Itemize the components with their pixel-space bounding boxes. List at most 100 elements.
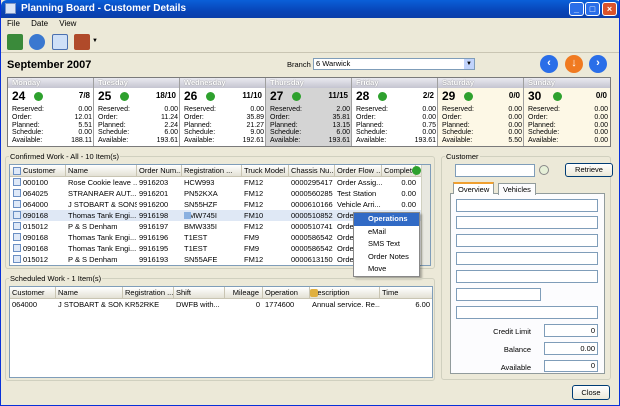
table-cell: 0000510741 [291,222,333,231]
tools-icon[interactable] [74,34,90,50]
column-header[interactable]: Customer [10,287,56,299]
day-number: 30 [528,89,542,103]
month-title: September 2007 [7,59,92,71]
column-header[interactable]: Name [56,287,123,299]
column-header[interactable]: Order Flow ... [335,165,382,177]
day-cell[interactable]: Sunday 30 0/0 Reserved: 0.00 Order: 0.00 Planne… [524,78,610,146]
day-summary: Reserved: 0.00 Order: 12.01 Planned: 5.51 Sche… [12,106,92,145]
menu-file[interactable]: File [7,18,20,30]
summary-row: Planned: 21.27 [184,122,264,130]
dropdown-arrow-icon[interactable]: ▼ [92,38,98,44]
column-header[interactable]: Truck Model [242,165,289,177]
summary-row: Reserved: 0.00 [184,106,264,114]
chevron-down-icon[interactable]: ▼ [464,59,474,69]
table-cell: FM9 [244,244,259,253]
customer-search-input[interactable] [455,164,535,177]
table-cell: 0000837929 [289,265,335,266]
table-row[interactable]: 064000 J STOBART & SONS 9916200 SN55HZF FM12… [10,199,430,210]
context-menu-item[interactable]: eMail [354,226,419,239]
table-cell: 9916195 [139,244,169,253]
table-cell: KR52RKE [125,300,160,309]
table-cell: Thomas Tank Engi... [68,244,137,253]
app-icon [5,3,16,14]
table-cell: 0.00 [401,200,416,209]
day-name: Saturday [438,78,523,88]
column-header[interactable]: Time [380,287,432,299]
table-cell: P & S Denham [68,222,118,231]
tab-vehicles[interactable]: Vehicles [498,183,536,195]
summary-row: Planned: 0.00 [528,122,608,130]
grid-header: Customer Name Order Num... Registration ...… [10,165,430,177]
summary-label: Order: [12,113,32,121]
day-name: Thursday [266,78,351,88]
check-icon [34,92,43,101]
day-ratio: 0/0 [595,91,607,100]
next-week-button[interactable]: › [589,55,607,73]
table-row[interactable]: 064025 STRANRAER AUT... 9916201 PN52KXA FM12… [10,188,430,199]
column-header[interactable]: Shift [174,287,225,299]
column-header[interactable]: Name [66,165,137,177]
column-header[interactable]: Description [310,287,380,299]
context-menu-item[interactable]: SMS Text [354,238,419,251]
table-row[interactable]: 064000 J STOBART & SONS KR52RKE DWFB with..… [10,299,432,310]
column-header[interactable]: Chassis Nu... [289,165,335,177]
today-button[interactable]: ↓ [565,55,583,73]
minimize-button[interactable]: _ [569,2,584,16]
summary-label: Planned: [442,121,470,129]
column-header[interactable]: Mileage [225,287,263,299]
day-cell[interactable]: Monday 24 7/8 Reserved: 0.00 Order: 12.01 Plann… [8,78,94,146]
day-ratio: 7/8 [78,91,90,100]
close-button[interactable]: Close [572,385,610,400]
menu-view[interactable]: View [59,18,76,30]
table-cell: Vehicle Arri... [337,200,381,209]
table-cell: PN52KXA [184,189,218,198]
scheduled-work-grid[interactable]: Customer Name Registration ... Shift Mileage… [9,286,433,378]
column-header[interactable]: Customer [21,165,66,177]
context-menu-item[interactable]: Operations [354,213,419,226]
table-cell: 000002 [21,265,66,266]
maximize-button[interactable]: □ [585,2,600,16]
prev-week-button[interactable]: ‹ [540,55,558,73]
search-icon[interactable] [539,165,549,175]
column-header[interactable]: Registration ... [123,287,174,299]
close-window-button[interactable]: × [602,2,617,16]
day-cell[interactable]: Thursday 27 11/15 Reserved: 2.00 Order: 35.81 P… [266,78,352,146]
retrieve-button[interactable]: Retrieve [565,163,613,177]
summary-value: 193.61 [414,137,436,145]
branch-select[interactable]: 6 Warwick ▼ [313,58,475,70]
customer-field [456,306,598,319]
table-cell: Thomas Tank Engi... [68,233,137,242]
refresh-icon[interactable] [29,34,45,50]
table-row[interactable]: 000100 Rose Cookie leave ... 9916203 HCW993… [10,177,430,188]
column-header[interactable]: Order Num... [137,165,182,177]
week-days-panel: Monday 24 7/8 Reserved: 0.00 Order: 12.01 Plann… [7,77,611,147]
summary-row: Available: 188.11 [12,137,92,145]
summary-value: 6.00 [336,129,350,137]
summary-row: Schedule: 0.00 [12,129,92,137]
summary-value: 2.00 [336,106,350,113]
table-cell: FM12 [244,222,264,231]
tab-overview[interactable]: Overview [453,182,495,194]
day-cell[interactable]: Tuesday 25 18/10 Reserved: 0.00 Order: 11.24 Pl… [94,78,180,146]
table-cell: 0000586542 [291,244,333,253]
menu-date[interactable]: Date [31,18,48,30]
day-cell[interactable]: Wednesday 26 11/10 Reserved: 0.00 Order: 35.89… [180,78,266,146]
day-cell[interactable]: Saturday 29 0/0 Reserved: 0.00 Order: 0.00 Plan… [438,78,524,146]
summary-row: Order: 0.00 [356,114,436,122]
column-header[interactable]: Registration ... [182,165,242,177]
column-header[interactable]: Complete [382,165,416,177]
summary-row: Planned: 0.75 [356,122,436,130]
scheduled-work-title: Scheduled Work - 1 Item(s) [9,274,103,283]
summary-label: Reserved: [270,106,302,113]
summary-label: Schedule: [356,129,388,137]
export-icon[interactable] [7,34,23,50]
context-menu-item[interactable]: Move [354,263,419,276]
day-cell[interactable]: Friday 28 2/2 Reserved: 0.00 Order: 0.00 Planne… [352,78,438,146]
table-cell: 015012 [23,222,49,231]
summary-value: 11.24 [161,113,178,121]
calendar-icon[interactable] [52,34,68,50]
table-cell: FM12 [244,200,264,209]
context-menu-item[interactable]: Order Notes [354,251,419,264]
scrollbar[interactable] [421,165,430,265]
column-header[interactable]: Operation [263,287,310,299]
